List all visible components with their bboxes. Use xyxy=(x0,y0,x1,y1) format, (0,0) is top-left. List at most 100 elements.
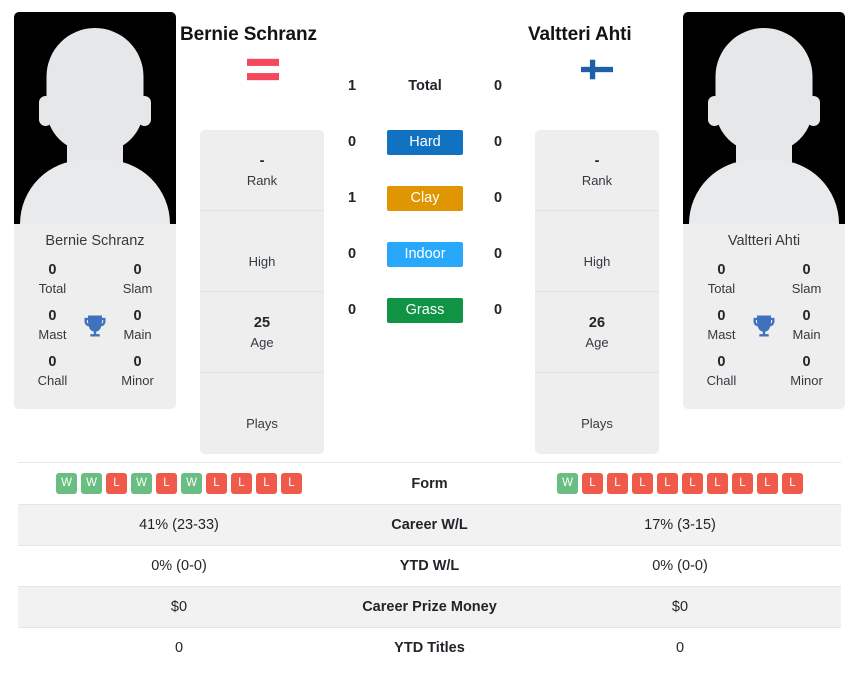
career-wl-left: 41% (23-33) xyxy=(139,517,219,533)
ytd-titles-right: 0 xyxy=(675,640,685,656)
form-badge-l[interactable]: L xyxy=(206,473,227,494)
h2h-score-rows: 1 Total 0 0 Hard 0 1 Clay 0 0 Indoor 0 0… xyxy=(180,58,680,338)
h2h-hard-left: 0 xyxy=(347,134,357,150)
surface-badge-grass: Grass xyxy=(387,297,463,323)
form-badge-w[interactable]: W xyxy=(181,473,202,494)
h2h-row-clay: 1 Clay 0 xyxy=(180,170,680,226)
titles-row-chall-minor-left: 0 Chall 0 Minor xyxy=(20,351,170,397)
stat-mast-label-left: Mast xyxy=(38,327,67,342)
stat-minor-value-right: 0 xyxy=(802,354,811,370)
player-names-header: Bernie Schranz Valtteri Ahti xyxy=(180,24,680,52)
stat-total-label-right: Total xyxy=(707,281,736,296)
h2h-indoor-badge-wrap: Indoor xyxy=(369,241,481,267)
table-row-career-wl: 41% (23-33) Career W/L 17% (3-15) xyxy=(18,504,841,545)
stat-slam-right: 0 Slam xyxy=(780,261,833,298)
form-badge-l[interactable]: L xyxy=(757,473,778,494)
stat-mast-left: 0 Mast xyxy=(26,307,79,344)
form-badge-l[interactable]: L xyxy=(682,473,703,494)
h2h-row-grass: 0 Grass 0 xyxy=(180,282,680,338)
stat-slam-left: 0 Slam xyxy=(111,261,164,298)
form-badge-w[interactable]: W xyxy=(557,473,578,494)
avatar-ear-right-icon xyxy=(138,96,151,126)
stat-slam-value-left: 0 xyxy=(133,262,142,278)
titles-grid-left: 0 Total 0 Slam 0 Mast 0 Main 0 Chall 0 M… xyxy=(14,259,176,409)
player-card-right: Valtteri Ahti 0 Total 0 Slam 0 Mast 0 Ma… xyxy=(683,12,845,409)
form-badge-w[interactable]: W xyxy=(81,473,102,494)
stat-main-value-right: 0 xyxy=(802,308,811,324)
stat-total-value-right: 0 xyxy=(717,262,726,278)
form-badge-l[interactable]: L xyxy=(106,473,127,494)
surface-badge-hard: Hard xyxy=(387,129,463,155)
h2h-total-label-wrap: Total xyxy=(369,78,481,94)
h2h-hard-badge-wrap: Hard xyxy=(369,129,481,155)
ytd-titles-left: 0 xyxy=(174,640,184,656)
h2h-grass-badge-wrap: Grass xyxy=(369,297,481,323)
career-prize-left: $0 xyxy=(170,599,188,615)
ytd-wl-left: 0% (0-0) xyxy=(151,558,207,574)
stat-total-left: 0 Total xyxy=(26,261,79,298)
table-label-ytd-titles: YTD Titles xyxy=(394,640,465,656)
form-badge-l[interactable]: L xyxy=(231,473,252,494)
stat-mast-value-right: 0 xyxy=(717,308,726,324)
table-row-ytd-titles: 0 YTD Titles 0 xyxy=(18,627,841,668)
surface-badge-clay: Clay xyxy=(387,185,463,211)
stat-main-value-left: 0 xyxy=(133,308,142,324)
avatar-head-icon xyxy=(715,28,813,152)
h2h-clay-left: 1 xyxy=(347,190,357,206)
form-strip-left-cell: WWLWLWLLLL xyxy=(18,473,340,494)
trophy-icon xyxy=(748,312,780,340)
h2h-total-left: 1 xyxy=(347,78,357,94)
form-badge-l[interactable]: L xyxy=(732,473,753,494)
form-badge-w[interactable]: W xyxy=(131,473,152,494)
player-title-right: Valtteri Ahti xyxy=(528,24,632,45)
form-badge-l[interactable]: L xyxy=(782,473,803,494)
stat-chall-value-left: 0 xyxy=(48,354,57,370)
player-photo-left xyxy=(14,12,176,224)
form-strip-left: WWLWLWLLLL xyxy=(18,473,340,494)
table-row-ytd-wl: 0% (0-0) YTD W/L 0% (0-0) xyxy=(18,545,841,586)
form-strip-right-cell: WLLLLLLLLL xyxy=(519,473,841,494)
stat-mast-right: 0 Mast xyxy=(695,307,748,344)
table-label-ytd-wl: YTD W/L xyxy=(399,558,460,574)
form-badge-l[interactable]: L xyxy=(281,473,302,494)
stat-mast-label-right: Mast xyxy=(707,327,736,342)
ytd-wl-right: 0% (0-0) xyxy=(652,558,708,574)
form-badge-l[interactable]: L xyxy=(156,473,177,494)
form-badge-w[interactable]: W xyxy=(56,473,77,494)
form-badge-l[interactable]: L xyxy=(707,473,728,494)
career-prize-right: $0 xyxy=(671,599,689,615)
career-wl-right: 17% (3-15) xyxy=(644,517,716,533)
table-label-form: Form xyxy=(411,475,448,492)
stat-total-label-left: Total xyxy=(38,281,67,296)
info-plays-right: Plays xyxy=(535,373,659,454)
titles-row-mast-main-left: 0 Mast 0 Main xyxy=(20,305,170,351)
stat-main-label-left: Main xyxy=(123,327,152,342)
info-plays-label-right: Plays xyxy=(581,416,613,431)
h2h-indoor-left: 0 xyxy=(347,246,357,262)
stat-chall-value-right: 0 xyxy=(717,354,726,370)
form-strip-right: WLLLLLLLLL xyxy=(519,473,841,494)
stat-chall-label-right: Chall xyxy=(706,373,737,388)
stat-minor-value-left: 0 xyxy=(133,354,142,370)
titles-row-total-slam-right: 0 Total 0 Slam xyxy=(689,259,839,305)
table-label-career-wl: Career W/L xyxy=(391,517,468,533)
comparison-top-section: Bernie Schranz 0 Total 0 Slam 0 Mast 0 M… xyxy=(0,0,859,462)
stat-main-left: 0 Main xyxy=(111,307,164,344)
stat-mast-value-left: 0 xyxy=(48,308,57,324)
form-badge-l[interactable]: L xyxy=(256,473,277,494)
form-badge-l[interactable]: L xyxy=(582,473,603,494)
h2h-row-total: 1 Total 0 xyxy=(180,58,680,114)
player-photo-right xyxy=(683,12,845,224)
stat-minor-right: 0 Minor xyxy=(780,353,833,390)
stat-total-right: 0 Total xyxy=(695,261,748,298)
form-badge-l[interactable]: L xyxy=(607,473,628,494)
avatar-ear-left-icon xyxy=(708,96,721,126)
stat-slam-value-right: 0 xyxy=(802,262,811,278)
form-badge-l[interactable]: L xyxy=(632,473,653,494)
stat-minor-left: 0 Minor xyxy=(111,353,164,390)
stat-minor-label-left: Minor xyxy=(121,373,154,388)
form-badge-l[interactable]: L xyxy=(657,473,678,494)
player-title-left: Bernie Schranz xyxy=(180,24,317,45)
stat-chall-right: 0 Chall xyxy=(695,353,748,390)
trophy-icon xyxy=(79,312,111,340)
